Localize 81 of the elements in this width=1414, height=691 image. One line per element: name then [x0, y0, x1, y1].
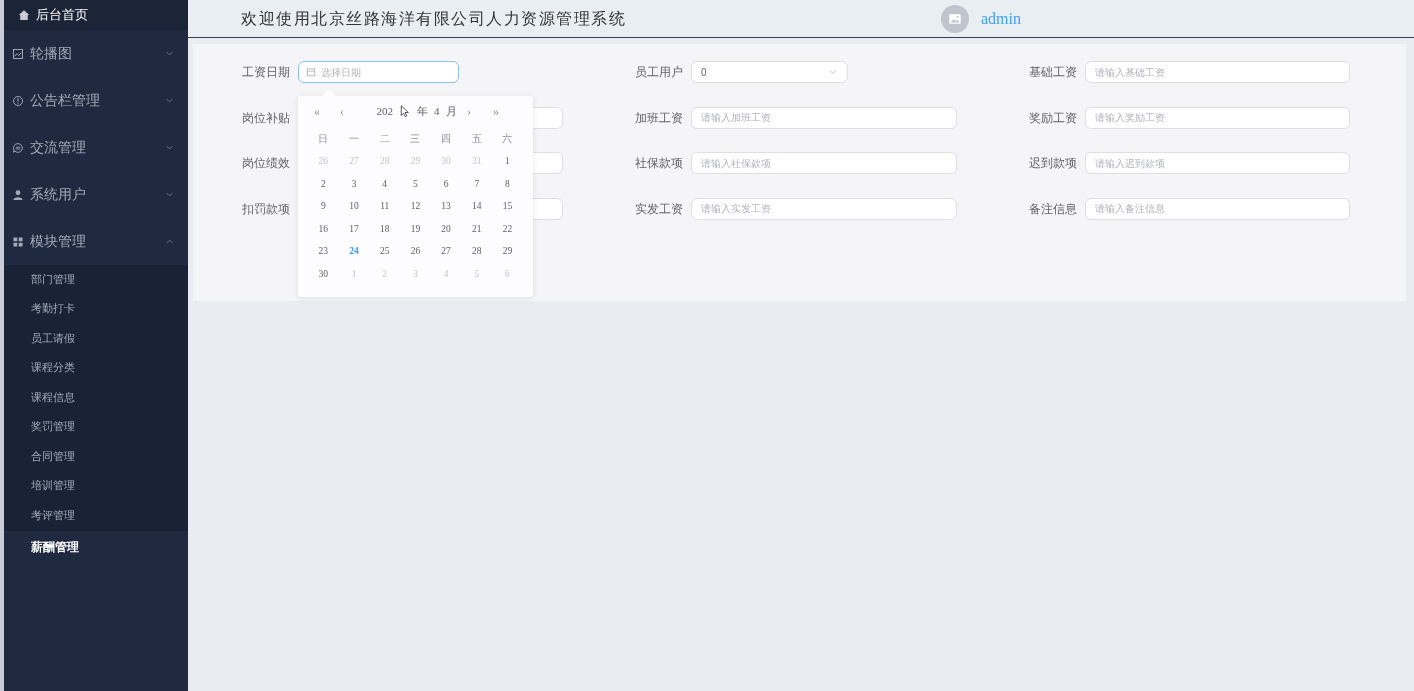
field-label: 奖励工资 [1029, 109, 1077, 127]
calendar-day[interactable]: 16 [308, 217, 339, 240]
field-label: 社保款项 [635, 155, 683, 173]
menu-item[interactable]: 交流管理 [4, 124, 188, 171]
alert-icon [12, 94, 24, 107]
calendar-day[interactable]: 10 [338, 195, 370, 218]
menu-item[interactable]: 模块管理 [4, 218, 188, 265]
weekday-label: 六 [501, 131, 514, 146]
calendar-day[interactable]: 26 [400, 240, 431, 263]
calendar-day[interactable]: 27 [430, 240, 462, 263]
calendar-day[interactable]: 7 [461, 172, 493, 195]
calendar-day[interactable]: 6 [430, 172, 462, 195]
field-label: 扣罚款项 [242, 200, 290, 218]
mouse-pointer-icon [399, 104, 411, 118]
picture-icon [12, 47, 24, 60]
calendar-day[interactable]: 5 [400, 172, 431, 195]
calendar-day[interactable]: 13 [430, 195, 462, 218]
field-label: 岗位补贴 [242, 109, 290, 127]
calendar-day[interactable]: 22 [492, 217, 523, 240]
select-field[interactable]: 0 [691, 61, 848, 83]
user-icon [12, 188, 24, 201]
image-icon [948, 11, 962, 26]
submenu-item[interactable]: 员工请假 [4, 324, 188, 354]
avatar[interactable] [941, 4, 969, 33]
weekday-label: 五 [470, 131, 483, 146]
calendar-day[interactable]: 30 [308, 262, 339, 285]
calendar-day[interactable]: 23 [308, 240, 339, 263]
weekday-label: 日 [317, 131, 330, 146]
submenu-item[interactable]: 课程分类 [4, 353, 188, 383]
chat-icon [12, 141, 24, 154]
chevron-icon [828, 67, 838, 77]
field-label: 岗位绩效 [242, 155, 290, 173]
submenu-item[interactable]: 奖罚管理 [4, 412, 188, 442]
page-title: 欢迎使用北京丝路海洋有限公司人力资源管理系统 [241, 8, 627, 29]
calendar-day[interactable]: 2 [308, 172, 339, 195]
submenu-item[interactable]: 薪酬管理 [4, 530, 188, 563]
calendar-icon [306, 67, 316, 77]
weekday-label: 三 [409, 131, 422, 146]
menu-item[interactable]: 系统用户 [4, 171, 188, 218]
calendar-day[interactable]: 18 [369, 217, 401, 240]
calendar-day[interactable]: 20 [430, 217, 462, 240]
submenu-item[interactable]: 部门管理 [4, 265, 188, 295]
year-label[interactable]: 202 [376, 104, 393, 117]
month-unit: 月 [445, 103, 457, 119]
calendar-day[interactable]: 14 [461, 195, 493, 218]
grid-icon [12, 235, 24, 248]
weekday-label: 二 [378, 131, 391, 146]
field-label: 迟到款项 [1029, 155, 1077, 173]
year-unit: 年 [417, 103, 428, 119]
field-label: 基础工资 [1029, 64, 1077, 81]
submenu-item[interactable]: 课程信息 [4, 383, 188, 413]
calendar-day[interactable]: 1 [492, 150, 523, 173]
menu-item[interactable]: 轮播图 [4, 30, 188, 77]
field-label: 员工用户 [635, 64, 683, 81]
field-label: 实发工资 [635, 200, 683, 218]
home-icon [18, 9, 30, 21]
calendar-day[interactable]: 12 [400, 195, 431, 218]
submenu-item[interactable]: 合同管理 [4, 442, 188, 472]
calendar-day[interactable]: 4 [369, 172, 401, 195]
field-label: 加班工资 [635, 109, 683, 127]
field-label: 工资日期 [242, 64, 290, 81]
calendar-day[interactable]: 19 [400, 217, 431, 240]
menu-item[interactable]: 公告栏管理 [4, 77, 188, 124]
home-menu-item[interactable]: 后台首页 [4, 0, 188, 30]
calendar-day[interactable]: 21 [461, 217, 493, 240]
weekday-label: 一 [348, 131, 361, 146]
calendar-day[interactable]: 17 [338, 217, 370, 240]
calendar-day[interactable]: 3 [338, 172, 370, 195]
calendar-day[interactable]: 28 [461, 240, 493, 263]
calendar-day[interactable]: 9 [308, 195, 339, 218]
weekday-label: 四 [440, 131, 453, 146]
calendar-day[interactable]: 25 [369, 240, 401, 263]
calendar-day[interactable]: 15 [492, 195, 523, 218]
submenu-item[interactable]: 考评管理 [4, 501, 188, 531]
submenu-item[interactable]: 培训管理 [4, 471, 188, 501]
calendar-day[interactable]: 8 [492, 172, 523, 195]
submenu-item[interactable]: 考勤打卡 [4, 294, 188, 324]
calendar-day[interactable]: 29 [492, 240, 523, 263]
calendar-day[interactable]: 11 [369, 195, 401, 218]
month-label[interactable]: 4 [434, 102, 440, 120]
field-label: 备注信息 [1029, 200, 1077, 218]
